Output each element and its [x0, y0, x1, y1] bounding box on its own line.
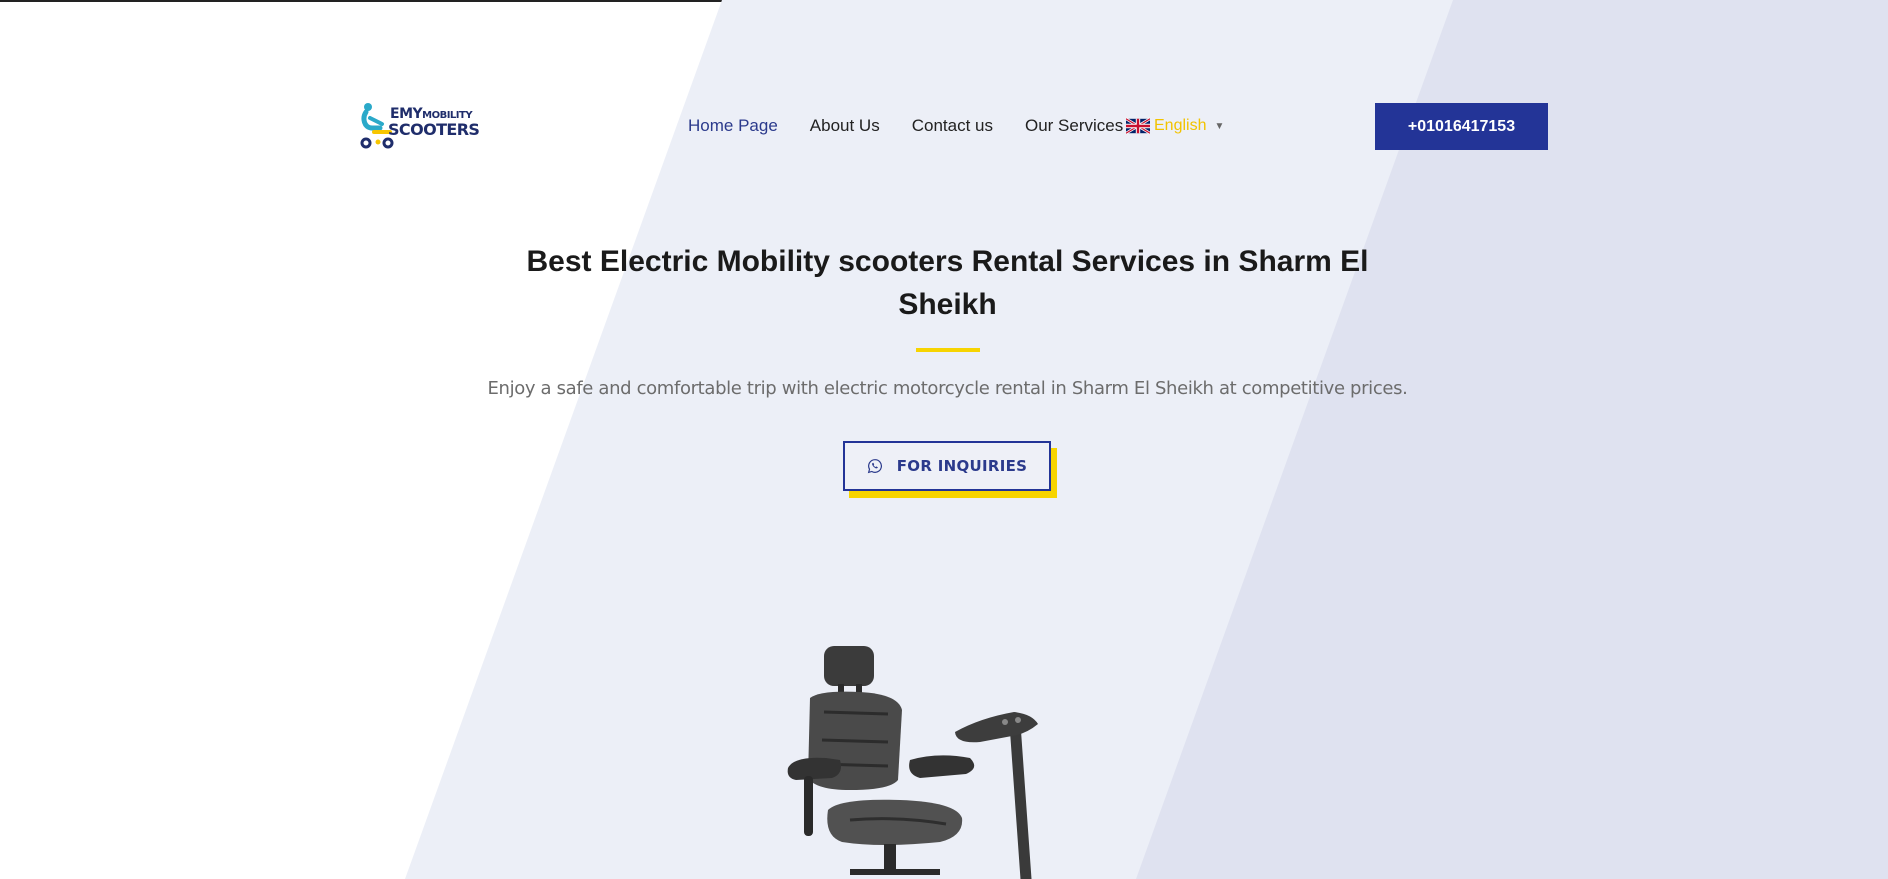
site-header: EMYMOBILITY SCOOTERS Home Page About Us … — [0, 0, 1888, 180]
logo-text-bottom: SCOOTERS — [388, 120, 480, 139]
nav-services[interactable]: Our Services — [1025, 116, 1123, 136]
cta-container: FOR INQUIRIES — [843, 441, 1057, 498]
language-selector[interactable]: English ▼ — [1126, 117, 1224, 135]
hero-subtitle: Enjoy a safe and comfortable trip with e… — [487, 378, 1408, 399]
nav-about[interactable]: About Us — [810, 116, 880, 136]
uk-flag-icon — [1126, 117, 1150, 135]
nav-home[interactable]: Home Page — [688, 116, 778, 136]
title-underline — [916, 348, 980, 352]
hero-title: Best Electric Mobility scooters Rental S… — [526, 245, 1369, 321]
phone-button[interactable]: +01016417153 — [1375, 103, 1548, 150]
site-logo[interactable]: EMYMOBILITY SCOOTERS — [360, 100, 480, 150]
inquiries-button[interactable]: FOR INQUIRIES — [843, 441, 1051, 491]
main-nav: Home Page About Us Contact us Our Servic… — [688, 116, 1155, 136]
mobility-scooter-image — [787, 646, 1038, 879]
language-label: English — [1154, 117, 1207, 134]
nav-contact[interactable]: Contact us — [912, 116, 993, 136]
caret-down-icon: ▼ — [1214, 120, 1225, 132]
inquiries-label: FOR INQUIRIES — [896, 457, 1028, 475]
whatsapp-icon — [867, 459, 882, 474]
